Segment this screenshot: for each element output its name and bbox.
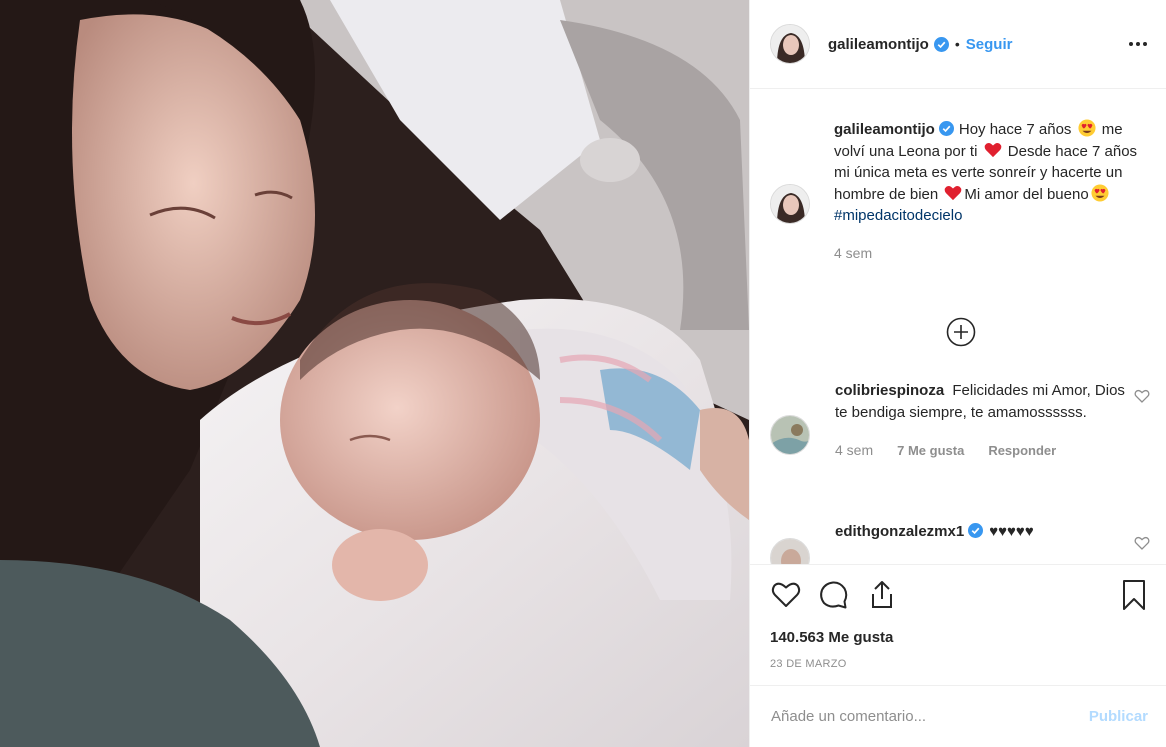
caption-text-1: Hoy hace 7 años: [958, 121, 1072, 138]
caption: galileamontijo Hoy hace 7 años me volví u…: [750, 119, 1166, 264]
verified-badge-icon: [968, 523, 984, 538]
post-header: galileamontijo • Seguir: [750, 0, 1166, 89]
publish-button[interactable]: Publicar: [1089, 708, 1148, 725]
heart-eyes-emoji-icon: [1078, 119, 1096, 137]
reply-button[interactable]: Responder: [988, 440, 1056, 462]
like-comment-heart-icon[interactable]: [1134, 535, 1150, 551]
comment-text: ♥♥♥♥♥: [989, 523, 1034, 540]
comment-input[interactable]: [771, 708, 1089, 725]
caption-hashtag[interactable]: #mipedacitodecielo: [834, 207, 962, 224]
comment-bubble-icon[interactable]: [818, 579, 850, 611]
comments-list[interactable]: galileamontijo Hoy hace 7 años me volví u…: [750, 90, 1166, 564]
comment-likes[interactable]: 7 Me gusta: [897, 440, 964, 462]
action-icons: [770, 579, 1150, 611]
author-avatar[interactable]: [770, 24, 810, 64]
share-icon[interactable]: [866, 579, 898, 611]
add-comment-bar: Publicar: [750, 685, 1166, 747]
commenter-avatar[interactable]: [770, 538, 810, 564]
photo-illustration: [0, 0, 749, 747]
verified-badge-icon: [933, 36, 949, 52]
comment-body: edithgonzalezmx1 ♥♥♥♥♥: [835, 521, 1134, 564]
comment-meta: 4 sem 7 Me gusta Responder: [835, 440, 1134, 462]
caption-time[interactable]: 4 sem: [834, 243, 872, 265]
author-username[interactable]: galileamontijo: [828, 36, 929, 53]
comment-item: edithgonzalezmx1 ♥♥♥♥♥: [750, 521, 1166, 564]
save-bookmark-icon[interactable]: [1118, 579, 1150, 611]
post-date[interactable]: 23 DE MARZO: [770, 658, 1150, 670]
caption-username[interactable]: galileamontijo: [834, 121, 935, 138]
caption-avatar[interactable]: [770, 184, 810, 224]
more-options-icon[interactable]: [1126, 32, 1150, 56]
post-details-panel: galileamontijo • Seguir galileamontijo Ho…: [749, 0, 1166, 747]
follow-button[interactable]: Seguir: [966, 36, 1013, 53]
red-heart-emoji-icon: [984, 142, 1001, 157]
like-comment-heart-icon[interactable]: [1134, 388, 1150, 404]
post-photo[interactable]: [0, 0, 749, 747]
comment-item: colibriespinoza Felicidades mi Amor, Dio…: [750, 380, 1166, 462]
post-actions: 140.563 Me gusta 23 DE MARZO: [750, 564, 1166, 670]
comment-body: colibriespinoza Felicidades mi Amor, Dio…: [835, 380, 1134, 462]
load-more-comments-icon[interactable]: [946, 317, 976, 347]
caption-meta: 4 sem: [834, 243, 1150, 265]
verified-badge-icon: [938, 121, 954, 136]
red-heart-emoji-icon: [945, 185, 962, 200]
separator-dot: •: [954, 36, 960, 52]
heart-eyes-emoji-icon: [1091, 183, 1109, 202]
comment-username[interactable]: colibriespinoza: [835, 382, 944, 399]
commenter-avatar[interactable]: [770, 415, 810, 455]
likes-count[interactable]: 140.563 Me gusta: [770, 629, 1150, 646]
caption-text-4: Mi amor del bueno: [964, 185, 1089, 203]
like-heart-icon[interactable]: [770, 579, 802, 611]
caption-body: galileamontijo Hoy hace 7 años me volví u…: [834, 119, 1150, 264]
comment-username[interactable]: edithgonzalezmx1: [835, 523, 964, 540]
comment-time[interactable]: 4 sem: [835, 440, 873, 462]
